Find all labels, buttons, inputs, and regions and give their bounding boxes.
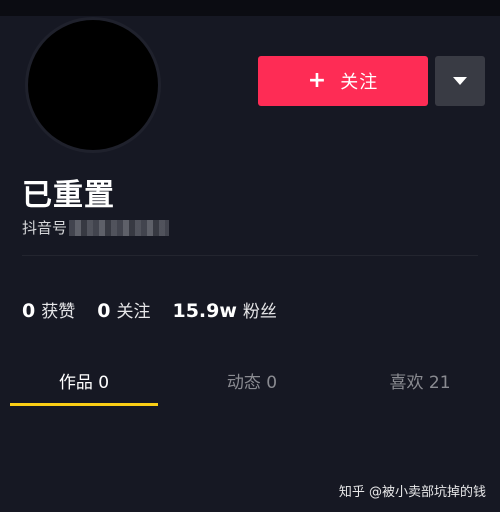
caret-down-icon [453,77,467,85]
top-strip [0,0,500,16]
profile-nickname: 已重置 [22,178,115,213]
stat-following-label: 关注 [116,302,151,322]
divider [22,255,478,256]
tab-likes[interactable]: 喜欢 21 [346,360,494,400]
active-tab-indicator [10,403,158,406]
follow-button[interactable]: + 关注 [258,56,428,106]
profile-stats: 0 获赞 0 关注 15.9w 粉丝 [22,297,277,322]
stat-following-value: 0 [97,300,111,322]
tab-works[interactable]: 作品 0 [10,360,158,400]
stat-likes[interactable]: 0 获赞 [22,297,75,322]
tab-moments[interactable]: 动态 0 [178,360,326,400]
follow-label: 关注 [340,72,379,93]
stat-likes-label: 获赞 [41,302,76,322]
plus-icon: + [307,68,327,93]
douyin-id-redacted [69,219,170,236]
stat-followers[interactable]: 15.9w 粉丝 [172,297,276,322]
watermark: 知乎 @被小卖部坑掉的钱 [338,485,486,500]
stat-followers-value: 15.9w [172,300,237,322]
profile-tabs: 作品 0 动态 0 喜欢 21 [0,360,500,406]
stat-likes-value: 0 [22,300,36,322]
douyin-id: 抖音号 [22,217,170,238]
stat-following[interactable]: 0 关注 [97,297,150,322]
stat-followers-label: 粉丝 [242,302,277,322]
avatar[interactable] [28,20,158,150]
douyin-id-label: 抖音号 [22,219,68,237]
more-options-button[interactable] [435,56,485,106]
